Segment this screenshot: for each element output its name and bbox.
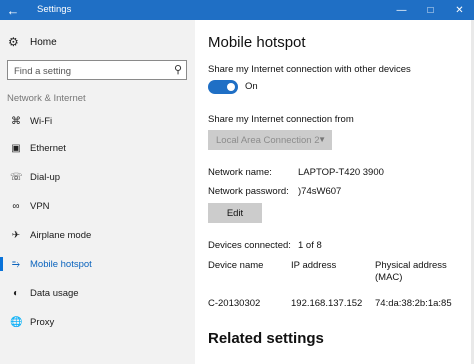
back-button[interactable]: ← bbox=[0, 0, 26, 20]
arrow-left-icon: ← bbox=[6, 2, 20, 18]
network-name-label: Network name: bbox=[208, 167, 272, 178]
maximize-button[interactable]: □ bbox=[416, 0, 445, 20]
page-title: Mobile hotspot bbox=[208, 34, 306, 51]
sidebar-item-proxy[interactable]: 🌐 Proxy bbox=[0, 311, 195, 333]
close-icon: ✕ bbox=[455, 4, 464, 16]
sidebar-item-wifi[interactable]: ⌘ Wi-Fi bbox=[0, 110, 195, 132]
sidebar-item-label: VPN bbox=[30, 200, 50, 212]
sidebar-item-label: Dial-up bbox=[30, 171, 61, 183]
hotspot-toggle[interactable] bbox=[208, 80, 238, 94]
share-label: Share my Internet connection with other … bbox=[208, 64, 411, 75]
sidebar-item-label: Data usage bbox=[30, 287, 79, 299]
search-box[interactable]: ⚲ bbox=[7, 60, 187, 81]
network-password-label: Network password: bbox=[208, 186, 289, 197]
network-password-value: )74sW607 bbox=[298, 186, 342, 197]
sidebar-item-dialup[interactable]: ☏ Dial-up bbox=[0, 166, 195, 188]
sidebar-item-data-usage[interactable]: ◐ Data usage bbox=[0, 282, 195, 304]
active-indicator bbox=[0, 257, 3, 271]
device-name-cell: C-20130302 bbox=[208, 298, 261, 309]
ethernet-icon: ▣ bbox=[11, 142, 21, 154]
column-header-mac: Physical address (MAC) bbox=[375, 260, 447, 283]
close-button[interactable]: ✕ bbox=[445, 0, 474, 20]
share-from-label: Share my Internet connection from bbox=[208, 114, 354, 125]
sidebar-item-label: Mobile hotspot bbox=[30, 258, 92, 270]
sidebar-item-vpn[interactable]: ∞ VPN bbox=[0, 195, 195, 217]
airplane-icon: ✈ bbox=[11, 229, 21, 241]
main-content: Mobile hotspot Share my Internet connect… bbox=[195, 20, 474, 364]
sidebar-item-label: Airplane mode bbox=[30, 229, 92, 241]
search-input[interactable] bbox=[8, 62, 158, 81]
sidebar-item-label: Ethernet bbox=[30, 142, 66, 154]
devices-connected-label: Devices connected: bbox=[208, 240, 291, 251]
minimize-button[interactable]: — bbox=[387, 0, 416, 20]
group-title: Network & Internet bbox=[7, 93, 86, 104]
ip-address-cell: 192.168.137.152 bbox=[291, 298, 363, 309]
search-icon[interactable]: ⚲ bbox=[174, 63, 182, 76]
minimize-icon: — bbox=[396, 4, 407, 16]
toggle-state-label: On bbox=[245, 81, 258, 92]
maximize-icon: □ bbox=[427, 4, 434, 16]
hotspot-icon: ⥱ bbox=[12, 258, 20, 270]
title-bar: ← Settings — □ ✕ bbox=[0, 0, 474, 20]
network-name-value: LAPTOP-T420 3900 bbox=[298, 167, 384, 178]
column-header-device-name: Device name bbox=[208, 260, 264, 271]
sidebar: ⚙ Home ⚲ Network & Internet ⌘ Wi-Fi ▣ Et… bbox=[0, 20, 195, 364]
share-from-value: Local Area Connection 2 bbox=[216, 134, 320, 146]
share-from-select[interactable]: Local Area Connection 2 ▼ bbox=[208, 130, 332, 150]
sidebar-item-label: Proxy bbox=[30, 316, 55, 328]
column-header-ip-address: IP address bbox=[291, 260, 337, 271]
home-label: Home bbox=[30, 36, 57, 48]
sidebar-item-label: Wi-Fi bbox=[30, 115, 53, 127]
mac-address-cell: 74:da:38:2b:1a:85 bbox=[375, 298, 452, 309]
sidebar-item-airplane-mode[interactable]: ✈ Airplane mode bbox=[0, 224, 195, 246]
wifi-icon: ⌘ bbox=[11, 115, 21, 127]
toggle-knob bbox=[227, 83, 235, 91]
proxy-icon: 🌐 bbox=[10, 316, 23, 328]
related-settings-title: Related settings bbox=[208, 330, 324, 347]
sidebar-item-ethernet[interactable]: ▣ Ethernet bbox=[0, 137, 195, 159]
chevron-down-icon: ▼ bbox=[318, 135, 326, 144]
vpn-icon: ∞ bbox=[12, 200, 20, 212]
edit-button[interactable]: Edit bbox=[208, 203, 262, 223]
dialup-icon: ☏ bbox=[10, 171, 23, 183]
data-usage-icon: ◐ bbox=[12, 287, 20, 299]
gear-icon: ⚙ bbox=[8, 35, 19, 49]
devices-connected-value: 1 of 8 bbox=[298, 240, 322, 251]
sidebar-item-mobile-hotspot[interactable]: ⥱ Mobile hotspot bbox=[0, 253, 195, 275]
app-title: Settings bbox=[37, 4, 72, 15]
home-link[interactable]: ⚙ Home bbox=[8, 35, 57, 49]
